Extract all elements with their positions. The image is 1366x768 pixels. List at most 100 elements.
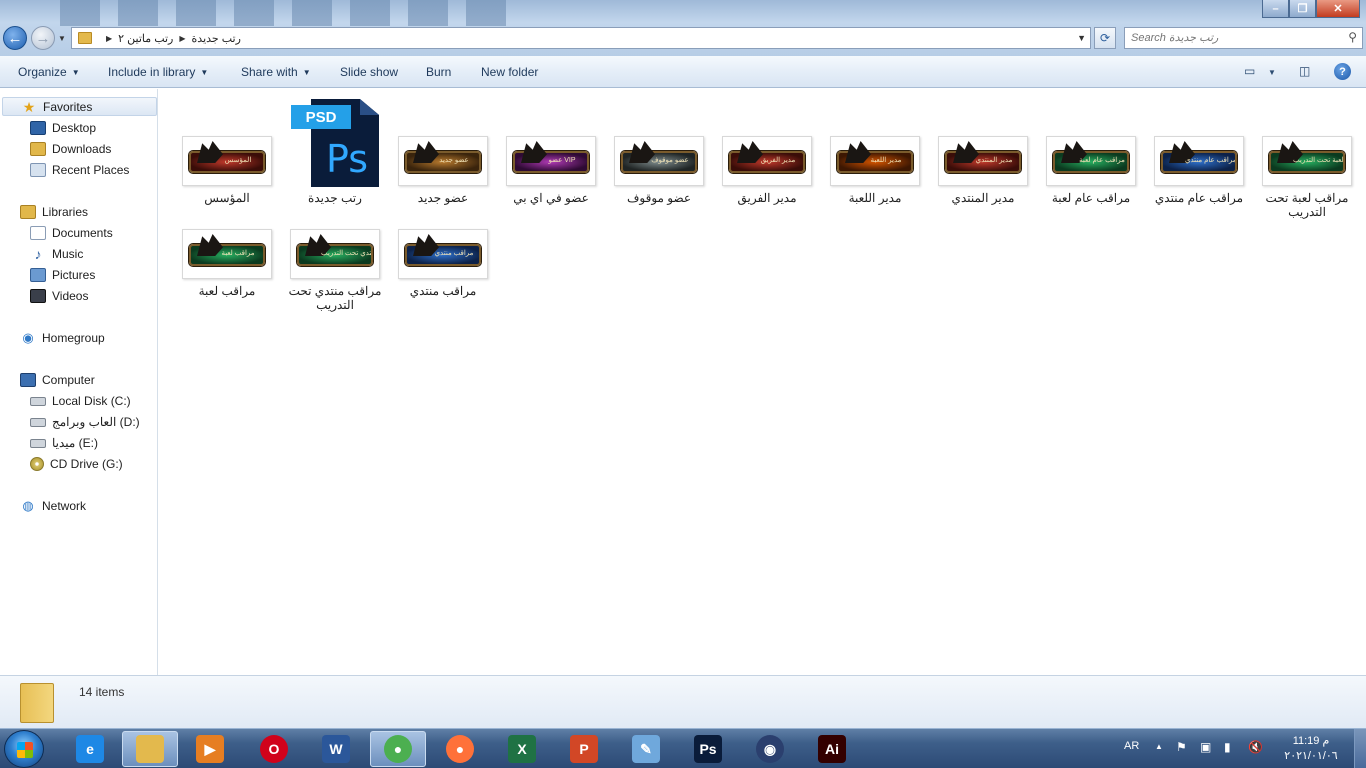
refresh-button[interactable]: ⟳ — [1094, 27, 1116, 49]
taskbar-windows-explorer-button[interactable] — [122, 731, 178, 767]
action-center-flag-icon[interactable]: ⚑ — [1176, 740, 1187, 754]
psd-tag: PSD — [291, 105, 351, 129]
tray-app-icon[interactable]: ▣ — [1200, 740, 1211, 754]
taskbar-firefox-button[interactable]: ● — [432, 731, 488, 767]
taskbar-media-player-button[interactable]: ▶ — [182, 731, 238, 767]
sidebar-item-recent-places[interactable]: Recent Places — [30, 163, 129, 177]
sidebar-item-pictures[interactable]: Pictures — [30, 268, 95, 282]
image-file-item[interactable]: مدير الفريق مدير الفريق — [715, 136, 819, 205]
breadcrumb-item[interactable]: رتب جديدة — [192, 32, 241, 45]
sidebar-item-downloads[interactable]: Downloads — [30, 142, 111, 156]
file-name: مدير اللعبة — [848, 191, 902, 205]
chevron-up-icon[interactable]: ▲ — [1155, 742, 1163, 751]
image-thumbnail: مراقب لعبة تحت التدريب — [1262, 136, 1352, 186]
sidebar-item-music[interactable]: ♪ Music — [30, 247, 84, 261]
image-file-item[interactable]: مدير اللعبة مدير اللعبة — [823, 136, 927, 205]
psd-file-item[interactable]: PSD Ps رتب جديدة — [283, 99, 387, 205]
windows-explorer-icon — [136, 735, 164, 763]
word-icon: W — [322, 735, 350, 763]
image-file-item[interactable]: مراقب منتدي تحت التدريب مراقب منتدي تحت ا… — [283, 229, 387, 312]
minimize-button[interactable]: – — [1262, 0, 1289, 18]
clock[interactable]: 11:19 م ٢٠٢١/٠١/٠٦ — [1276, 734, 1346, 764]
chevron-down-icon[interactable]: ▼ — [1268, 68, 1276, 77]
sidebar-item-desktop[interactable]: Desktop — [30, 121, 96, 135]
taskbar-word-button[interactable]: W — [308, 731, 364, 767]
sidebar-item-drive-e[interactable]: ميديا (E:) — [30, 436, 98, 450]
address-bar[interactable]: ▶ رتب ماتين ٢ ▶ رتب جديدة ▼ — [71, 27, 1091, 49]
sidebar-item-label: Favorites — [43, 99, 93, 114]
sidebar-item-libraries[interactable]: Libraries — [20, 205, 88, 219]
image-file-item[interactable]: مراقب منتدي مراقب منتدي — [391, 229, 495, 298]
taskbar-photoshop-button[interactable]: Ps — [680, 731, 736, 767]
chevron-right-icon[interactable]: ▶ — [179, 34, 185, 43]
preview-pane-icon[interactable]: ◫ — [1299, 64, 1310, 78]
illustrator-icon: Ai — [818, 735, 846, 763]
clock-time: 11:19 م — [1292, 735, 1330, 747]
taskbar-internet-explorer-button[interactable]: e — [62, 731, 118, 767]
windows-logo-icon — [17, 742, 33, 758]
sidebar-item-videos[interactable]: Videos — [30, 289, 88, 303]
network-icon: ◍ — [22, 498, 34, 513]
search-input[interactable] — [1125, 28, 1335, 48]
image-file-item[interactable]: مراقب عام منتدي مراقب عام منتدي — [1147, 136, 1251, 205]
organize-button[interactable]: Organize ▼ — [18, 65, 80, 79]
image-file-item[interactable]: مدير المنتدي مدير المنتدي — [931, 136, 1035, 205]
sidebar-item-local-disk-c[interactable]: Local Disk (C:) — [30, 394, 131, 408]
start-button[interactable] — [4, 730, 44, 768]
file-name: مراقب لعبة — [198, 284, 256, 298]
clock-date: ٢٠٢١/٠١/٠٦ — [1284, 750, 1338, 762]
show-desktop-button[interactable] — [1354, 729, 1366, 768]
image-file-item[interactable]: عضو موقوف عضو موقوف — [607, 136, 711, 205]
back-button[interactable]: ← — [3, 26, 27, 50]
taskbar-eye-app-button[interactable]: ◉ — [742, 731, 798, 767]
taskbar-excel-button[interactable]: X — [494, 731, 550, 767]
image-file-item[interactable]: مراقب لعبة تحت التدريب مراقب لعبة تحت الت… — [1255, 136, 1359, 219]
title-bar: – ❐ ✕ ← → ▼ ▶ رتب ماتين ٢ ▶ رتب جديدة ▼ … — [0, 0, 1366, 56]
file-name: رتب جديدة — [308, 191, 362, 205]
image-file-item[interactable]: عضو جديد عضو جديد — [391, 136, 495, 205]
include-in-library-button[interactable]: Include in library ▼ — [108, 65, 208, 79]
search-icon[interactable]: ⚲ — [1348, 30, 1357, 44]
burn-button[interactable]: Burn — [426, 65, 451, 79]
breadcrumb-item[interactable]: رتب ماتين ٢ — [118, 32, 173, 45]
sidebar-item-label: العاب وبرامج (D:) — [52, 415, 140, 429]
recent-pages-dropdown[interactable]: ▼ — [58, 34, 66, 43]
image-file-item[interactable]: المؤسس المؤسس — [175, 136, 279, 205]
taskbar-illustrator-button[interactable]: Ai — [804, 731, 860, 767]
new-folder-button[interactable]: New folder — [481, 65, 538, 79]
taskbar-paint-button[interactable]: ✎ — [618, 731, 674, 767]
image-file-item[interactable]: عضو VIP عضو في اي بي — [499, 136, 603, 205]
language-indicator[interactable]: AR — [1124, 740, 1139, 752]
help-button[interactable]: ? — [1334, 63, 1351, 80]
forward-button[interactable]: → — [31, 26, 55, 50]
sidebar-item-documents[interactable]: Documents — [30, 226, 113, 240]
sidebar-item-drive-d[interactable]: العاب وبرامج (D:) — [30, 415, 140, 429]
sidebar-item-network[interactable]: ◍ Network — [20, 498, 86, 514]
image-thumbnail: مراقب عام لعبة — [1046, 136, 1136, 186]
banner-text: مدير الفريق — [760, 157, 796, 164]
taskbar-powerpoint-button[interactable]: P — [556, 731, 612, 767]
search-box[interactable]: ⚲ — [1124, 27, 1363, 49]
sidebar-item-cd-drive-g[interactable]: CD Drive (G:) — [30, 457, 123, 471]
image-file-item[interactable]: مراقب لعبة مراقب لعبة — [175, 229, 279, 298]
image-file-item[interactable]: مراقب عام لعبة مراقب عام لعبة — [1039, 136, 1143, 205]
chevron-right-icon[interactable]: ▶ — [106, 34, 112, 43]
image-thumbnail: المؤسس — [182, 136, 272, 186]
file-name: مراقب عام لعبة — [1051, 191, 1131, 205]
volume-muted-icon[interactable]: 🔇 — [1248, 740, 1263, 754]
taskbar-opera-button[interactable]: O — [246, 731, 302, 767]
sidebar-item-homegroup[interactable]: ◉ Homegroup — [20, 331, 104, 346]
banner-text: مراقب منتدي — [434, 250, 474, 257]
sidebar-item-computer[interactable]: Computer — [20, 373, 95, 387]
sidebar-item-favorites[interactable]: ★ Favorites — [2, 97, 157, 116]
sidebar-item-label: Music — [52, 247, 84, 261]
close-button[interactable]: ✕ — [1316, 0, 1360, 18]
change-view-icon[interactable]: ▭ — [1244, 64, 1255, 78]
slide-show-button[interactable]: Slide show — [340, 65, 398, 79]
chevron-down-icon[interactable]: ▼ — [1077, 33, 1086, 43]
taskbar-chrome-button[interactable]: ● — [370, 731, 426, 767]
network-signal-icon[interactable]: ▮ — [1224, 740, 1231, 754]
maximize-button[interactable]: ❐ — [1289, 0, 1316, 18]
media-player-icon: ▶ — [196, 735, 224, 763]
share-with-button[interactable]: Share with ▼ — [241, 65, 311, 79]
